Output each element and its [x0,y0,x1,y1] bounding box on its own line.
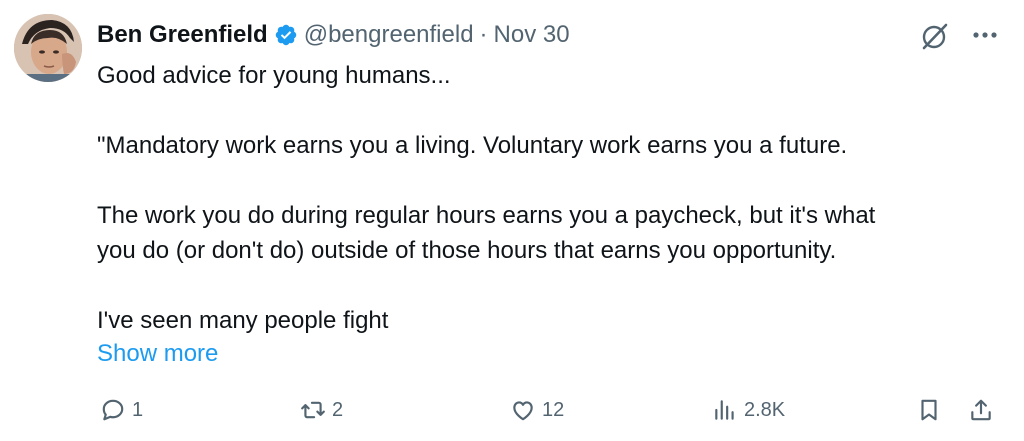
repost-count: 2 [332,398,344,421]
views-button[interactable]: 2.8K [712,392,785,428]
tweet-header: Ben Greenfield @bengreenfield · Nov 30 [97,18,570,52]
views-count: 2.8K [744,398,786,421]
reply-icon [102,399,124,421]
author-handle[interactable]: @bengreenfield [304,21,474,49]
bookmark-icon [921,399,937,421]
author-name[interactable]: Ben Greenfield [97,21,268,49]
grok-icon[interactable] [918,20,950,52]
share-icon [971,399,991,421]
reply-count: 1 [132,398,144,421]
tweet-line: you do (or don't do) outside of those ho… [97,237,837,264]
tweet-line: I've seen many people fight [97,307,389,334]
more-icon[interactable] [968,22,1002,48]
tweet-line: "Mandatory work earns you a living. Volu… [97,132,848,159]
tweet-date[interactable]: Nov 30 [494,21,570,49]
like-count: 12 [542,398,565,421]
verified-badge-icon [275,24,296,46]
tweet-line: The work you do during regular hours ear… [97,202,876,229]
action-bar: 1 2 12 2.8K [0,392,1024,428]
repost-icon [301,401,325,419]
reply-button[interactable]: 1 [100,392,143,428]
bookmark-button[interactable] [916,392,942,428]
avatar[interactable] [14,14,82,82]
repost-button[interactable]: 2 [300,392,343,428]
tweet-line: Good advice for young humans... [97,62,451,89]
tweet-text: Good advice for young humans... "Mandato… [97,58,997,338]
like-icon [513,401,533,421]
views-icon [715,400,734,420]
show-more-link[interactable]: Show more [97,336,218,371]
like-button[interactable]: 12 [510,392,564,428]
separator-dot: · [479,21,488,48]
share-button[interactable] [968,392,994,428]
